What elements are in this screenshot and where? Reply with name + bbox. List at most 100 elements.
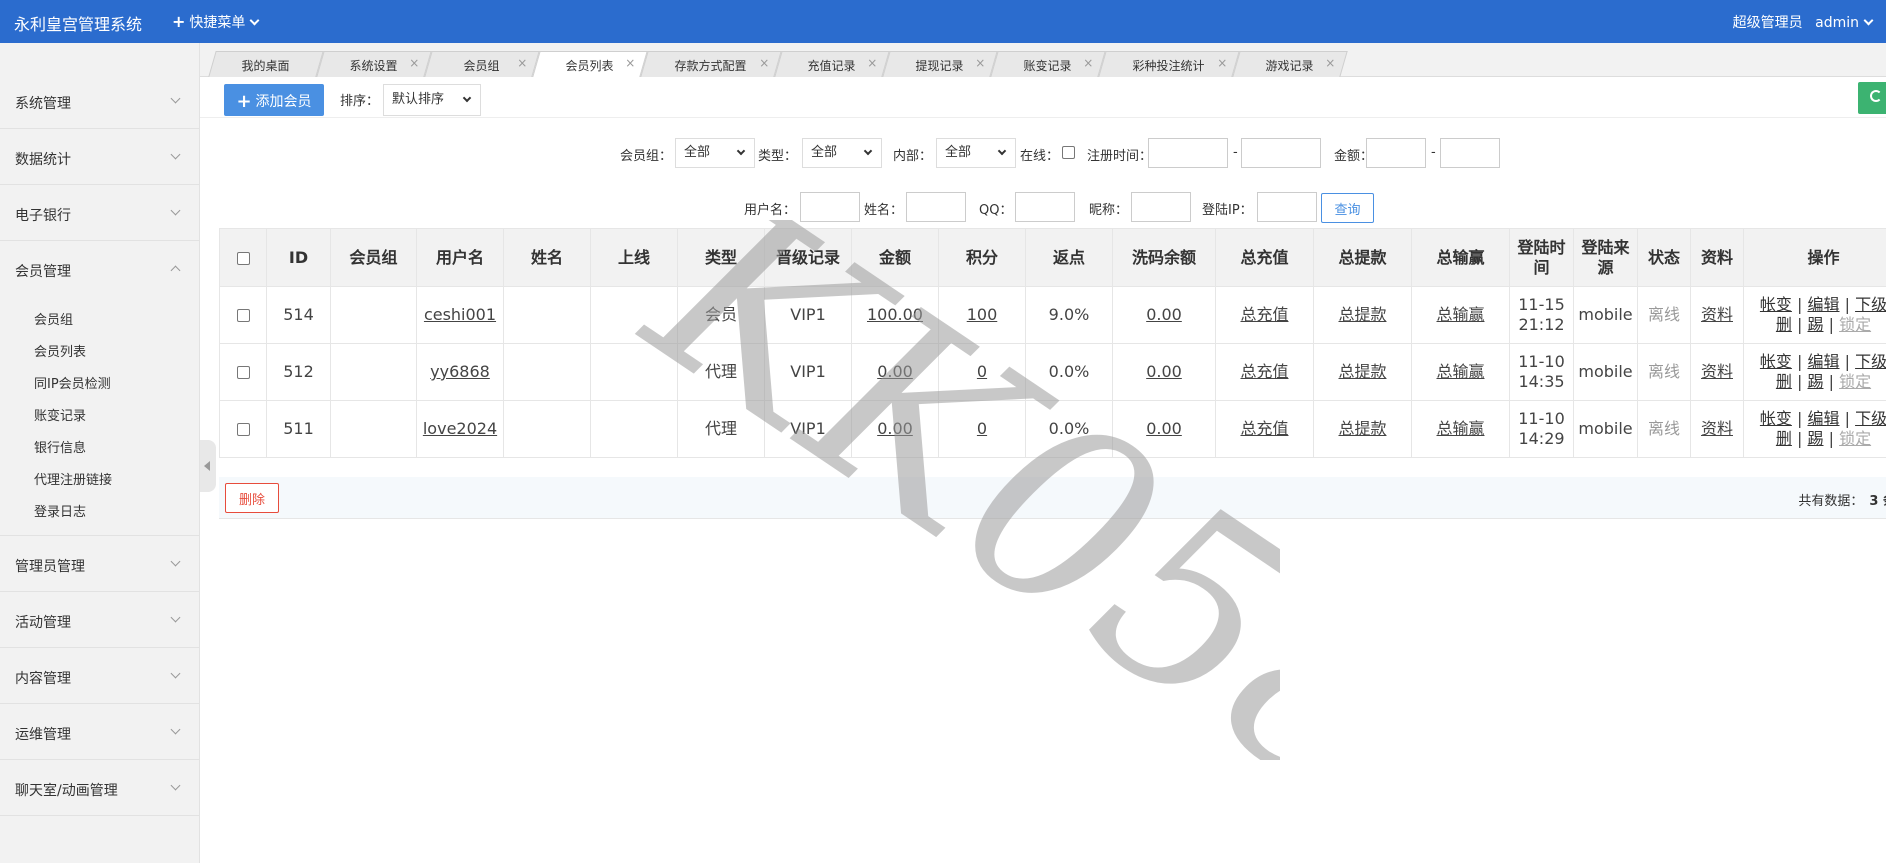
subordinate-link[interactable]: 下级: [1855, 409, 1886, 428]
cell-amount-link[interactable]: 100.00: [851, 286, 939, 344]
sidebar-group-stats[interactable]: 数据统计: [0, 129, 199, 185]
delete-button[interactable]: 删除: [225, 483, 279, 513]
cell-wash-link[interactable]: 0.00: [1112, 286, 1216, 344]
cell-recharge-link[interactable]: 总充值: [1215, 343, 1314, 401]
sidebar-group-chatroom[interactable]: 聊天室/动画管理: [0, 760, 199, 816]
close-icon[interactable]: ×: [759, 56, 769, 70]
close-icon[interactable]: ×: [1325, 56, 1335, 70]
cell-amount-link[interactable]: 0.00: [851, 343, 939, 401]
cell-recharge-link[interactable]: 总充值: [1215, 286, 1314, 344]
cell-withdraw-link[interactable]: 总提款: [1313, 343, 1412, 401]
tab-account-change[interactable]: 账变记录 ×: [990, 51, 1106, 77]
sidebar-group-admins[interactable]: 管理员管理: [0, 536, 199, 592]
sidebar-group-members[interactable]: 会员管理: [0, 241, 199, 297]
reg-end-input[interactable]: [1241, 138, 1321, 168]
username-input[interactable]: [800, 192, 860, 222]
edit-link[interactable]: 编辑: [1807, 295, 1839, 314]
cell-points-link[interactable]: 0: [938, 343, 1026, 401]
cell-recharge-link[interactable]: 总充值: [1215, 400, 1314, 458]
close-icon[interactable]: ×: [1083, 56, 1093, 70]
cell-withdraw-link[interactable]: 总提款: [1313, 286, 1412, 344]
account-change-link[interactable]: 帐变: [1760, 409, 1792, 428]
sidebar-group-activities[interactable]: 活动管理: [0, 592, 199, 648]
quick-menu-button[interactable]: + 快捷菜单: [172, 12, 260, 32]
tab-member-group[interactable]: 会员组 ×: [424, 51, 540, 77]
subordinate-link[interactable]: 下级: [1855, 295, 1886, 314]
subordinate-link[interactable]: 下级: [1855, 352, 1886, 371]
sidebar-group-content[interactable]: 内容管理: [0, 648, 199, 704]
close-icon[interactable]: ×: [1217, 56, 1227, 70]
cell-points-link[interactable]: 100: [938, 286, 1026, 344]
cell-username-link[interactable]: love2024: [416, 400, 504, 458]
user-menu[interactable]: 超级管理员 admin: [1725, 12, 1874, 32]
cell-amount-link[interactable]: 0.00: [851, 400, 939, 458]
add-member-button[interactable]: + 添加会员: [224, 84, 324, 116]
cell-profile-link[interactable]: 资料: [1690, 286, 1744, 344]
filter-internal-select[interactable]: 全部: [936, 138, 1016, 168]
delete-link[interactable]: 删: [1776, 429, 1792, 448]
tab-lottery-stats[interactable]: 彩种投注统计 ×: [1098, 51, 1240, 77]
cell-withdraw-link[interactable]: 总提款: [1313, 400, 1412, 458]
close-icon[interactable]: ×: [625, 56, 635, 70]
sidebar-item-account-change[interactable]: 账变记录: [0, 401, 199, 433]
query-button[interactable]: 查询: [1321, 193, 1374, 223]
tab-recharge-records[interactable]: 充值记录 ×: [774, 51, 890, 77]
sidebar-group-system[interactable]: 系统管理: [0, 73, 199, 129]
cell-winloss-link[interactable]: 总输赢: [1411, 343, 1510, 401]
kick-link[interactable]: 踢: [1807, 429, 1823, 448]
sidebar-item-agent-link[interactable]: 代理注册链接: [0, 465, 199, 497]
lock-link[interactable]: 锁定: [1839, 429, 1871, 448]
row-checkbox[interactable]: [236, 309, 250, 322]
delete-link[interactable]: 删: [1776, 372, 1792, 391]
tab-system-settings[interactable]: 系统设置 ×: [316, 51, 432, 77]
edit-link[interactable]: 编辑: [1807, 409, 1839, 428]
filter-group-select[interactable]: 全部: [675, 138, 755, 168]
select-all-checkbox[interactable]: [236, 251, 250, 265]
cell-profile-link[interactable]: 资料: [1690, 343, 1744, 401]
cell-wash-link[interactable]: 0.00: [1112, 400, 1216, 458]
cell-wash-link[interactable]: 0.00: [1112, 343, 1216, 401]
account-change-link[interactable]: 帐变: [1760, 352, 1792, 371]
cell-username-link[interactable]: yy6868: [416, 343, 504, 401]
account-change-link[interactable]: 帐变: [1760, 295, 1792, 314]
filter-type-select[interactable]: 全部: [802, 138, 882, 168]
cell-winloss-link[interactable]: 总输赢: [1411, 400, 1510, 458]
filter-online-checkbox[interactable]: [1062, 146, 1075, 159]
sidebar-item-bank-info[interactable]: 银行信息: [0, 433, 199, 465]
login-ip-input[interactable]: [1257, 192, 1317, 222]
tab-desktop[interactable]: 我的桌面: [208, 51, 324, 77]
delete-link[interactable]: 删: [1776, 315, 1792, 334]
lock-link[interactable]: 锁定: [1839, 372, 1871, 391]
qq-input[interactable]: [1015, 192, 1075, 222]
tab-deposit-config[interactable]: 存款方式配置 ×: [640, 51, 782, 77]
amount-min-input[interactable]: [1366, 138, 1426, 168]
reg-start-input[interactable]: [1148, 138, 1228, 168]
row-checkbox[interactable]: [236, 423, 250, 436]
row-checkbox[interactable]: [236, 366, 250, 379]
close-icon[interactable]: ×: [975, 56, 985, 70]
cell-username-link[interactable]: ceshi001: [416, 286, 504, 344]
tab-withdraw-records[interactable]: 提现记录 ×: [882, 51, 998, 77]
tab-game-records[interactable]: 游戏记录 ×: [1232, 51, 1348, 77]
cell-profile-link[interactable]: 资料: [1690, 400, 1744, 458]
sidebar-item-member-list[interactable]: 会员列表: [0, 337, 199, 369]
cell-points-link[interactable]: 0: [938, 400, 1026, 458]
realname-input[interactable]: [906, 192, 966, 222]
kick-link[interactable]: 踢: [1807, 372, 1823, 391]
nick-input[interactable]: [1131, 192, 1191, 222]
sidebar-collapse-handle[interactable]: [200, 440, 216, 492]
edit-link[interactable]: 编辑: [1807, 352, 1839, 371]
kick-link[interactable]: 踢: [1807, 315, 1823, 334]
lock-link[interactable]: 锁定: [1839, 315, 1871, 334]
sidebar-item-member-group[interactable]: 会员组: [0, 305, 199, 337]
close-icon[interactable]: ×: [409, 56, 419, 70]
refresh-button[interactable]: [1858, 82, 1886, 114]
amount-max-input[interactable]: [1440, 138, 1500, 168]
sort-select[interactable]: 默认排序: [383, 84, 481, 116]
sidebar-group-ops[interactable]: 运维管理: [0, 704, 199, 760]
sidebar-item-same-ip[interactable]: 同IP会员检测: [0, 369, 199, 401]
sidebar-item-login-log[interactable]: 登录日志: [0, 497, 199, 529]
close-icon[interactable]: ×: [517, 56, 527, 70]
close-icon[interactable]: ×: [867, 56, 877, 70]
cell-winloss-link[interactable]: 总输赢: [1411, 286, 1510, 344]
